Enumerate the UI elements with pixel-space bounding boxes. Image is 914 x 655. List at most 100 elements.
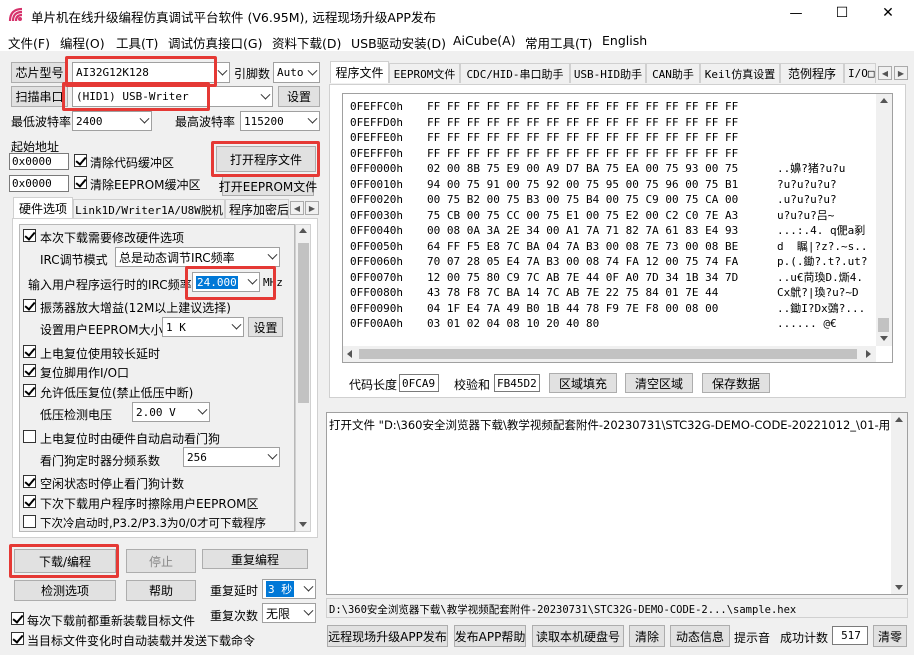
scroll-up-icon[interactable] [299,228,307,233]
pin-count-select[interactable]: Auto [273,62,320,83]
reset-pin-io-checkbox[interactable] [23,364,36,377]
repeat-delay-select[interactable]: 3 秒 [262,579,316,599]
cold-boot-p32-checkbox[interactable] [23,515,36,528]
scrollbar-thumb[interactable] [298,243,309,403]
clear-count-button[interactable]: 清零 [873,625,907,647]
scroll-right-icon[interactable] [866,350,871,358]
reprogram-button[interactable]: 重复编程 [202,549,308,569]
publish-app-help-button[interactable]: 发布APP帮助 [454,625,526,647]
hex-row: 0FF0030h 75 CB 00 75 CC 00 75 E1 00 75 E2… [350,208,878,224]
min-baud-select[interactable]: 2400 [72,111,152,131]
chip-model-button[interactable]: 芯片型号 [11,62,68,83]
tab-scroll-left-icon[interactable]: ◀ [878,66,892,80]
auto-watchdog-checkbox[interactable] [23,430,36,443]
tab-example-programs[interactable]: 范例程序 [780,63,844,83]
max-baud-select[interactable]: 115200 [240,111,320,131]
clear-log-button[interactable]: 清除 [629,625,665,647]
hex-ascii: ..鋤I?Dx鵶?... [777,301,866,315]
menu-usb-driver[interactable]: USB驱动安装(D) [351,33,446,52]
lvd-voltage-select[interactable]: 2.00 V [132,402,210,422]
modify-hardware-checkbox[interactable] [23,229,36,242]
menu-program[interactable]: 编程(O) [60,33,105,52]
open-program-file-button[interactable]: 打开程序文件 [216,146,316,172]
log-output[interactable]: 打开文件 "D:\360安全浏览器下载\教学视频配套附件-20230731\ST… [326,412,908,595]
scroll-up-icon[interactable] [880,98,888,103]
maximize-button[interactable]: ☐ [832,5,852,21]
tab-io[interactable]: I/O□ [844,63,876,83]
code-start-address-input[interactable]: 0x0000 [9,153,69,170]
hex-bytes: 75 CB 00 75 CC 00 75 E1 00 75 E2 00 C2 C… [427,208,739,222]
menu-file[interactable]: 文件(F) [8,33,50,52]
menu-aicube[interactable]: AiCube(A) [453,33,516,48]
code-length-label: 代码长度 [349,378,398,392]
tab-can-assistant[interactable]: CAN助手 [646,63,700,83]
eeprom-size-set-button[interactable]: 设置 [248,317,283,337]
scroll-left-icon[interactable] [347,350,352,358]
menu-common-tools[interactable]: 常用工具(T) [525,33,592,52]
low-voltage-reset-checkbox[interactable] [23,384,36,397]
beep-label[interactable]: 提示音 [734,629,770,646]
port-select[interactable]: (HID1) USB-Writer [72,86,273,107]
tab-hardware-options[interactable]: 硬件选项 [13,197,73,219]
help-button[interactable]: 帮助 [126,580,196,601]
scroll-down-icon[interactable] [895,585,903,590]
chip-model-select[interactable]: AI32G12K128 [72,62,230,83]
clear-code-buffer-label: 清除代码缓冲区 [90,156,175,170]
irc-mode-select[interactable]: 总是动态调节IRC频率 [115,247,280,267]
menu-debug[interactable]: 调试仿真接口(G) [168,33,262,52]
scroll-down-icon[interactable] [299,522,307,527]
close-button[interactable]: ✕ [878,5,898,21]
remote-upgrade-publish-button[interactable]: 远程现场升级APP发布 [327,625,448,647]
long-reset-delay-checkbox[interactable] [23,345,36,358]
reload-target-checkbox[interactable] [11,612,24,625]
eeprom-start-address-input[interactable]: 0x0000 [9,175,69,192]
tab-eeprom-file[interactable]: EEPROM文件 [389,63,460,83]
minimize-button[interactable]: — [786,6,806,21]
hex-bytes: FF FF FF FF FF FF FF FF FF FF FF FF FF F… [427,100,739,113]
auto-send-checkbox[interactable] [11,632,24,645]
fill-area-button[interactable]: 区域填充 [549,373,617,393]
menu-english[interactable]: English [602,33,647,48]
read-disk-id-button[interactable]: 读取本机硬盘号 [532,625,624,647]
scan-port-button[interactable]: 扫描串口 [11,86,68,107]
hex-vscrollbar[interactable] [876,94,892,346]
hex-viewer[interactable]: 0FEFFC0h FF FF FF FF FF FF FF FF FF FF FF… [342,93,893,363]
tab-usb-hid-assistant[interactable]: USB-HID助手 [570,63,646,83]
menu-tools[interactable]: 工具(T) [116,33,158,52]
tab-offline-writer[interactable]: Link1D/Writer1A/U8W脱机 [73,199,225,219]
tab-program-encrypt[interactable]: 程序加密后 [225,199,289,219]
wdt-prescaler-select[interactable]: 256 [183,447,280,467]
hex-hscrollbar[interactable] [343,346,876,362]
stop-button[interactable]: 停止 [126,549,196,573]
repeat-count-select[interactable]: 无限 [262,603,316,623]
scroll-up-icon[interactable] [895,417,903,422]
tab-serial-assistant[interactable]: CDC/HID-串口助手 [460,63,570,83]
tab-scroll-left-icon[interactable]: ◀ [290,201,304,215]
eeprom-size-select[interactable]: 1 K [162,317,244,337]
hex-bytes: 12 00 75 80 C9 7C AB 7E 44 0F A0 7D 34 1… [427,270,739,284]
clear-area-button[interactable]: 清空区域 [625,373,693,393]
clear-eeprom-buffer-checkbox[interactable] [74,176,87,189]
detect-options-button[interactable]: 检测选项 [14,580,116,601]
tab-scroll-right-icon[interactable]: ▶ [305,201,319,215]
irc-frequency-select[interactable]: 24.000 [192,272,260,292]
dynamic-info-button[interactable]: 动态信息 [670,625,730,647]
scrollbar-thumb[interactable] [359,349,857,359]
idle-stop-watchdog-checkbox[interactable] [23,475,36,488]
save-data-button[interactable]: 保存数据 [702,373,770,393]
download-program-button[interactable]: 下载/编程 [14,549,116,573]
options-scrollbar[interactable] [295,224,311,532]
chevron-down-icon [197,404,208,415]
tab-program-file[interactable]: 程序文件 [330,61,389,83]
open-eeprom-file-button[interactable]: 打开EEPROM文件 [219,176,317,196]
scroll-down-icon[interactable] [880,336,888,341]
clear-code-buffer-checkbox[interactable] [74,154,87,167]
erase-eeprom-checkbox[interactable] [23,495,36,508]
tab-scroll-right-icon[interactable]: ▶ [894,66,908,80]
scrollbar-thumb[interactable] [878,318,889,332]
oscillator-gain-checkbox[interactable] [23,299,36,312]
port-settings-button[interactable]: 设置 [278,86,320,107]
tab-keil-emulation[interactable]: Keil仿真设置 [700,63,780,83]
log-vscrollbar[interactable] [891,413,907,594]
menu-download[interactable]: 资料下载(D) [272,33,341,52]
